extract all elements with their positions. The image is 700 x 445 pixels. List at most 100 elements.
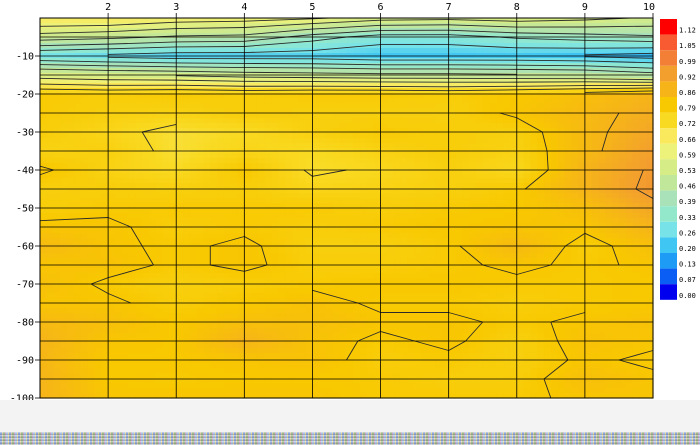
field-cell [148,253,157,259]
field-cell [598,198,606,204]
field-cell [46,273,55,279]
field-cell [80,228,89,234]
field-cell [591,143,600,149]
field-cell [176,213,184,219]
field-cell [135,228,143,234]
field-cell [564,223,572,229]
field-cell [496,263,504,269]
field-cell [74,83,82,89]
field-cell [244,103,252,109]
field-cell [496,98,504,104]
field-cell [305,168,314,174]
field-cell [516,113,525,119]
field-cell [292,138,300,144]
field-cell [509,178,518,184]
field-cell [203,113,211,119]
field-cell [387,23,395,29]
field-cell [462,223,470,229]
field-cell [591,103,600,109]
field-cell [571,113,579,119]
field-cell [196,178,205,184]
field-cell [319,88,327,94]
field-cell [60,123,68,129]
field-cell [176,263,184,269]
field-cell [114,248,123,254]
field-cell [169,63,177,69]
field-cell [537,73,545,79]
field-cell [441,218,450,224]
field-cell [46,153,55,159]
field-cell [271,208,279,214]
field-cell [292,223,300,229]
field-cell [298,218,307,224]
field-cell [67,18,75,24]
field-cell [646,183,654,189]
field-cell [523,23,531,29]
field-cell [394,233,402,239]
field-cell [523,48,531,54]
field-cell [332,218,341,224]
field-cell [244,143,252,149]
field-cell [264,268,273,274]
field-cell [189,18,198,24]
field-cell [237,273,245,279]
field-cell [121,88,130,94]
field-cell [639,238,647,244]
field-cell [264,223,273,229]
field-cell [421,208,429,214]
field-cell [251,293,259,299]
field-cell [46,113,55,119]
field-cell [169,193,177,199]
field-cell [373,163,382,169]
field-cell [114,123,123,129]
field-cell [632,258,640,264]
field-cell [114,143,123,149]
field-cell [441,193,450,199]
field-cell [516,63,525,69]
field-cell [210,153,218,159]
field-cell [196,273,205,279]
field-cell [203,248,211,254]
field-cell [223,228,232,234]
field-cell [108,103,116,109]
field-cell [646,178,654,184]
field-cell [251,233,259,239]
field-cell [196,228,205,234]
field-cell [114,263,123,269]
field-cell [285,118,293,124]
field-cell [40,293,48,299]
field-cell [251,128,259,134]
field-cell [394,123,402,129]
field-cell [80,133,89,139]
field-cell [380,198,388,204]
field-cell [523,258,531,264]
field-cell [271,168,279,174]
field-cell [591,288,600,294]
field-cell [148,248,157,254]
field-cell [366,48,375,54]
field-cell [346,98,354,104]
field-cell [312,263,320,269]
field-cell [564,228,572,234]
field-cell [503,173,511,179]
field-cell [598,228,606,234]
field-cell [312,133,320,139]
field-cell [544,213,552,219]
field-cell [353,263,361,269]
field-cell [155,223,164,229]
field-cell [196,238,205,244]
field-cell [564,168,572,174]
field-cell [557,128,566,134]
field-cell [530,98,538,104]
field-cell [210,63,218,69]
field-cell [373,48,382,54]
field-cell [298,238,307,244]
field-cell [176,63,184,69]
field-cell [646,213,654,219]
field-cell [360,248,368,254]
field-cell [578,18,586,24]
field-cell [448,113,457,119]
field-cell [516,168,525,174]
field-cell [169,263,177,269]
field-cell [223,133,232,139]
